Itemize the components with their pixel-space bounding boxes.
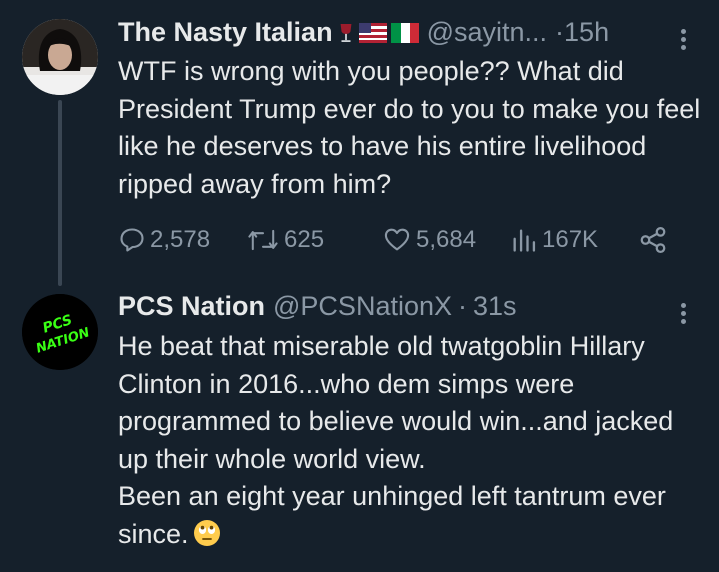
timestamp[interactable]: 15h xyxy=(564,17,609,48)
tweet-text: He beat that miserable old twatgoblin Hi… xyxy=(118,328,708,553)
reply-count: 2,578 xyxy=(150,226,211,253)
retweet-icon xyxy=(248,229,278,251)
tweet-header: PCS Nation @PCSNationX · 31s xyxy=(118,291,517,322)
eye-roll-emoji-icon xyxy=(193,519,220,546)
separator-dot: · xyxy=(555,17,565,47)
tweet-actions: 2,578 625 5,684 167K xyxy=(118,222,678,258)
avatar-nasty-italian[interactable] xyxy=(22,19,98,95)
like-icon xyxy=(384,228,410,251)
italy-flag-icon xyxy=(390,22,419,43)
like-button[interactable]: 5,684 xyxy=(382,222,476,258)
thread-line xyxy=(58,100,62,286)
timestamp[interactable]: 31s xyxy=(473,291,517,322)
views-count: 167K xyxy=(542,226,599,253)
like-count: 5,684 xyxy=(416,226,477,253)
author-handle[interactable]: @sayitn... xyxy=(427,17,547,48)
tweet-text-paragraph-1: He beat that miserable old twatgoblin Hi… xyxy=(118,331,674,474)
views-icon xyxy=(513,229,536,252)
more-icon[interactable] xyxy=(681,300,687,327)
tweet-header: The Nasty Italian @sayitn... · 15h xyxy=(118,17,609,48)
author-name[interactable]: PCS Nation xyxy=(118,291,265,322)
author-handle[interactable]: @PCSNationX xyxy=(273,291,452,322)
retweet-count: 625 xyxy=(284,226,325,253)
avatar-photo xyxy=(22,19,98,95)
tweet-text-paragraph-2: Been an eight year unhinged left tantrum… xyxy=(118,481,666,549)
share-button[interactable] xyxy=(638,222,668,258)
avatar-logo: PCS NATION xyxy=(22,294,98,370)
wine-glass-icon xyxy=(340,23,351,42)
author-name[interactable]: The Nasty Italian xyxy=(118,17,333,48)
views-button[interactable]: 167K xyxy=(510,222,598,258)
us-flag-icon xyxy=(358,22,387,43)
avatar-pcs-nation[interactable]: PCS NATION xyxy=(22,294,98,370)
more-icon[interactable] xyxy=(681,26,687,53)
share-icon xyxy=(640,227,666,253)
tweet-text: WTF is wrong with you people?? What did … xyxy=(118,56,701,199)
separator-dot: · xyxy=(458,291,467,321)
reply-icon xyxy=(120,228,144,252)
retweet-button[interactable]: 625 xyxy=(246,222,324,258)
reply-button[interactable]: 2,578 xyxy=(118,222,210,258)
